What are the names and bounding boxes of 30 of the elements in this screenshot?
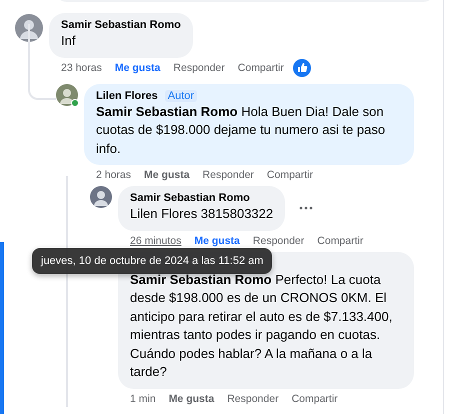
comment-time[interactable]: 26 minutos [130, 234, 182, 246]
comment-text: Samir Sebastian Romo Hola Buen Dia! Dale son cuotas de $198.000 dejame tu numero asi te paso info. [96, 102, 386, 158]
reply-link[interactable]: Responder [252, 234, 304, 246]
comment-time[interactable]: 23 horas [61, 62, 102, 74]
comment-time[interactable]: 1 min [130, 392, 156, 404]
like-icon[interactable] [292, 58, 311, 76]
author-badge: Autor [164, 90, 198, 102]
author-name[interactable]: Samir Sebastian Romo [130, 192, 250, 204]
like-link[interactable]: Me gusta [194, 234, 240, 246]
author-name[interactable]: Lilen Flores [96, 90, 158, 102]
share-link[interactable]: Compartir [317, 234, 364, 246]
more-options-icon[interactable] [299, 206, 314, 210]
reply-link[interactable]: Responder [202, 169, 254, 181]
reply-link[interactable]: Responder [227, 392, 279, 404]
reply-link[interactable]: Responder [173, 62, 225, 74]
avatar-icon[interactable] [56, 84, 78, 106]
comment-time[interactable]: 2 horas [96, 169, 132, 181]
comment-text: Inf [61, 32, 76, 50]
share-link[interactable]: Compartir [266, 169, 314, 181]
avatar-icon[interactable] [15, 14, 43, 42]
author-name[interactable]: Samir Sebastian Romo [61, 19, 181, 31]
like-link[interactable]: Me gusta [114, 62, 160, 74]
like-link[interactable]: Me gusta [168, 392, 214, 404]
comment-text: Lilen Flores 3815803322 [130, 205, 274, 223]
like-link[interactable]: Me gusta [144, 169, 190, 181]
comment-text: Samir Sebastian Romo Perfecto! La cuota desde $198.000 es de un CRONOS 0KM. El anticipo para retirar el auto es de $7.133.400, mientras tanto podes ir pagando en cuotas. Cuándo podes hablar? A la mañana o a la tarde? [130, 270, 394, 381]
avatar-icon[interactable] [90, 186, 112, 208]
share-link[interactable]: Compartir [238, 62, 284, 74]
date-tooltip: jueves, 10 de octubre de 2024 a las 11:52 am [32, 248, 272, 274]
share-link[interactable]: Compartir [292, 392, 338, 404]
